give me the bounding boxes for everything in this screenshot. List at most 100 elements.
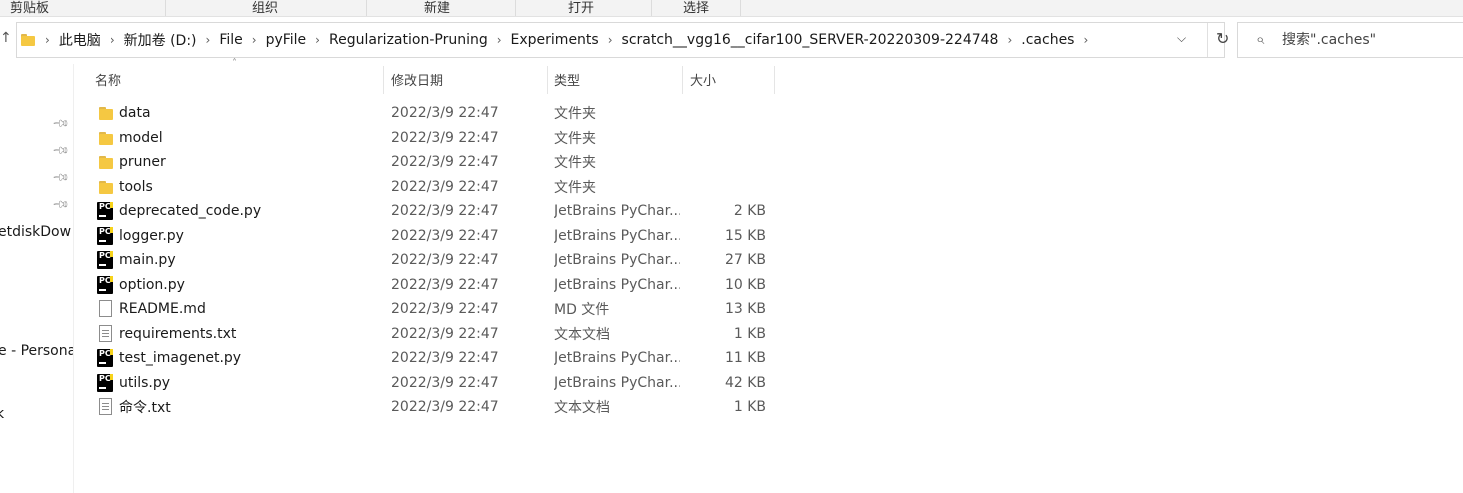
column-divider[interactable] (547, 66, 548, 94)
file-date-modified: 2022/3/9 22:47 (391, 154, 499, 171)
chevron-right-icon[interactable]: › (200, 33, 217, 47)
ribbon-group-select: 选择 (683, 1, 710, 16)
file-size: 13 KB (724, 301, 766, 318)
file-date-modified: 2022/3/9 22:47 (391, 227, 499, 244)
file-row[interactable]: data 2022/3/9 22:47 文件夹 (75, 101, 775, 126)
folder-icon (97, 129, 113, 147)
chevron-right-icon[interactable]: › (309, 33, 326, 47)
file-size: 2 KB (733, 203, 766, 220)
breadcrumb-pyfile[interactable]: pyFile (263, 32, 310, 48)
column-header-name[interactable]: 名称 (95, 64, 380, 94)
file-name: logger.py (119, 227, 184, 244)
breadcrumb-experiments[interactable]: Experiments (508, 32, 602, 48)
ribbon-divider (366, 0, 367, 16)
column-header-size[interactable]: 大小 (690, 64, 770, 94)
breadcrumb-file[interactable]: File (216, 32, 245, 48)
breadcrumb-drive-d[interactable]: 新加卷 (D:) (121, 30, 200, 50)
address-divider (1207, 23, 1208, 57)
column-header-type[interactable]: 类型 (554, 64, 679, 94)
column-label-name: 名称 (95, 73, 122, 89)
file-type: JetBrains PyChar... (554, 203, 680, 220)
file-name: main.py (119, 252, 176, 269)
ribbon-divider (740, 0, 741, 16)
folder-icon (97, 153, 113, 171)
file-date-modified: 2022/3/9 22:47 (391, 301, 499, 318)
file-date-modified: 2022/3/9 22:47 (391, 105, 499, 122)
file-row[interactable]: 命令.txt 2022/3/9 22:47 文本文档 1 KB (75, 395, 775, 420)
chevron-right-icon[interactable]: › (1001, 33, 1018, 47)
file-date-modified: 2022/3/9 22:47 (391, 350, 499, 367)
column-divider[interactable] (682, 66, 683, 94)
pycharm-file-icon: PC (97, 251, 113, 269)
ribbon-group-clipboard: 剪贴板 (10, 1, 50, 16)
search-icon: ⌕ (1256, 30, 1265, 48)
nav-item-netdisk[interactable]: etdiskDow (0, 224, 71, 240)
file-size: 10 KB (724, 276, 766, 293)
breadcrumb-this-pc[interactable]: 此电脑 (56, 30, 104, 50)
chevron-down-icon[interactable]: ⌵ (1177, 31, 1186, 46)
file-type: MD 文件 (554, 302, 610, 319)
breadcrumb-caches[interactable]: .caches (1018, 32, 1077, 48)
ribbon-divider (165, 0, 166, 16)
file-name: README.md (119, 301, 206, 318)
file-size: 27 KB (724, 252, 766, 269)
file-row[interactable]: PC utils.py 2022/3/9 22:47 JetBrains PyChar… (75, 371, 775, 396)
column-header-date[interactable]: 修改日期 (391, 64, 541, 94)
file-row[interactable]: requirements.txt 2022/3/9 22:47 文本文档 1 KB (75, 322, 775, 347)
pin-icon: 📌︎ (51, 140, 71, 161)
file-type: JetBrains PyChar... (554, 374, 680, 391)
file-row[interactable]: PC option.py 2022/3/9 22:47 JetBrains PyCha… (75, 273, 775, 298)
file-name: test_imagenet.py (119, 350, 242, 367)
file-size: 42 KB (724, 374, 766, 391)
file-type: JetBrains PyChar... (554, 252, 680, 269)
refresh-icon[interactable]: ↻ (1216, 29, 1229, 48)
chevron-right-icon[interactable]: › (1077, 33, 1094, 47)
chevron-right-icon[interactable]: › (602, 33, 619, 47)
folder-icon (21, 34, 35, 46)
address-bar[interactable]: › 此电脑 › 新加卷 (D:) › File › pyFile › Regul… (16, 22, 1229, 58)
file-row[interactable]: PC test_imagenet.py 2022/3/9 22:47 JetBrain… (75, 346, 775, 371)
file-name: utils.py (119, 374, 171, 391)
ribbon-group-open: 打开 (568, 1, 595, 16)
ribbon-divider (651, 0, 652, 16)
breadcrumb-scratch-folder[interactable]: scratch__vgg16__cifar100_SERVER-20220309… (619, 32, 1002, 48)
file-name: option.py (119, 276, 185, 293)
file-row[interactable]: model 2022/3/9 22:47 文件夹 (75, 126, 775, 151)
nav-item-onedrive-personal[interactable]: e - Persona (0, 343, 73, 359)
file-name: data (119, 105, 151, 122)
file-row[interactable]: tools 2022/3/9 22:47 文件夹 (75, 175, 775, 200)
breadcrumb: › 此电脑 › 新加卷 (D:) › File › pyFile › Regul… (21, 23, 1094, 57)
navigation-pane[interactable]: 📌︎ 📌︎ 📌︎ 📌︎ etdiskDow e - Persona k (0, 64, 74, 493)
pycharm-file-icon: PC (97, 202, 113, 220)
column-label-size: 大小 (690, 73, 717, 89)
text-file-icon (99, 324, 112, 342)
file-row[interactable]: PC main.py 2022/3/9 22:47 JetBrains PyChar.… (75, 248, 775, 273)
ribbon-group-organize: 组织 (252, 1, 279, 16)
ribbon-divider (515, 0, 516, 16)
up-arrow-icon[interactable]: ↑ (0, 30, 12, 46)
file-row[interactable]: PC logger.py 2022/3/9 22:47 JetBrains PyCha… (75, 224, 775, 249)
search-box[interactable]: ⌕ (1237, 22, 1463, 58)
chevron-right-icon[interactable]: › (246, 33, 263, 47)
nav-item-partial[interactable]: k (0, 406, 4, 422)
file-row[interactable]: pruner 2022/3/9 22:47 文件夹 (75, 150, 775, 175)
pin-icon: 📌︎ (51, 194, 71, 215)
file-row[interactable]: PC deprecated_code.py 2022/3/9 22:47 JetBra… (75, 199, 775, 224)
chevron-right-icon[interactable]: › (39, 33, 56, 47)
chevron-right-icon[interactable]: › (491, 33, 508, 47)
search-input[interactable] (1282, 29, 1462, 51)
breadcrumb-regularization-pruning[interactable]: Regularization-Pruning (326, 32, 491, 48)
file-type: 文件夹 (554, 106, 596, 123)
file-row[interactable]: README.md 2022/3/9 22:47 MD 文件 13 KB (75, 297, 775, 322)
pin-icon: 📌︎ (51, 113, 71, 134)
file-name: deprecated_code.py (119, 203, 262, 220)
column-divider[interactable] (383, 66, 384, 94)
chevron-right-icon[interactable]: › (104, 33, 121, 47)
file-list: ˄ 名称 修改日期 类型 大小 data 2022/3/9 22:47 文件夹 mod… (75, 58, 1463, 493)
file-date-modified: 2022/3/9 22:47 (391, 325, 499, 342)
file-type: 文件夹 (554, 130, 596, 147)
file-name: tools (119, 178, 153, 195)
column-divider[interactable] (774, 66, 775, 94)
column-label-date: 修改日期 (391, 73, 444, 89)
file-type: JetBrains PyChar... (554, 227, 680, 244)
